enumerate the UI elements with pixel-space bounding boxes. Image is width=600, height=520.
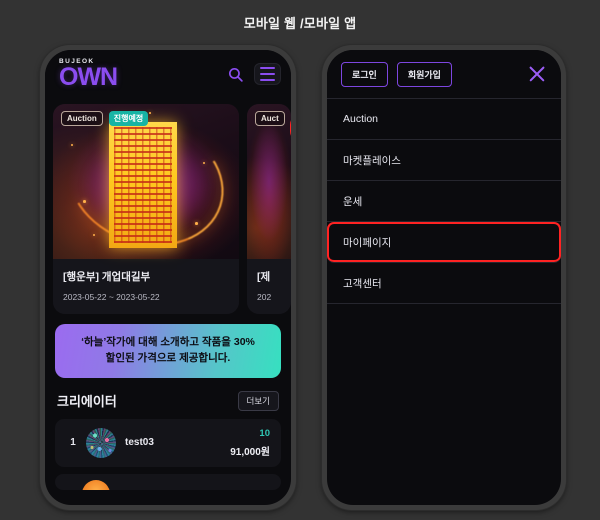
artwork-meta: [행운부] 개업대길부 2023-05-22 ~ 2023-05-22 (53, 259, 239, 314)
mobile-web-screen: BUJEOK OWN Auction 진행예정 [행운부] 개업대길부 2023… (45, 50, 291, 505)
artwork-date: 202 (257, 292, 272, 302)
creator-rank: 1 (70, 437, 76, 448)
creator-more-button[interactable]: 더보기 (237, 390, 279, 411)
artwork-badges: Auction 진행예정 (61, 111, 149, 126)
close-icon[interactable] (527, 64, 547, 84)
artwork-image: Auction 진행예정 (53, 104, 239, 266)
menu-item-customer-center[interactable]: 고객센터 (327, 263, 561, 304)
badge-status: 진행예정 (108, 111, 149, 126)
mobile-app-screen: 로그인 회원가입 Auction 마켓플레이스 운세 마이페이지 고객센터 (327, 50, 561, 505)
spark-icon (71, 144, 73, 146)
artwork-card[interactable]: Auction 진행예정 [행운부] 개업대길부 2023-05-22 ~ 20… (53, 104, 239, 314)
menu-item-mypage[interactable]: 마이페이지 (327, 222, 561, 263)
artwork-carousel[interactable]: Auction 진행예정 [행운부] 개업대길부 2023-05-22 ~ 20… (45, 104, 291, 314)
creator-count: 10 (259, 427, 270, 439)
promo-line-2: 할인된 가격으로 제공합니다. (105, 351, 231, 364)
artwork-card[interactable]: Auct [제 202 (247, 104, 291, 314)
creator-list-item[interactable]: 1 test03 10 91,000원 (55, 418, 281, 467)
menu-item-auction[interactable]: Auction (327, 99, 561, 140)
artwork-meta: [제 202 (247, 259, 291, 314)
spark-icon (83, 200, 86, 203)
artwork-title: [행운부] 개업대길부 (63, 271, 151, 283)
page-title: 모바일 웹 /모바일 앱 (243, 16, 357, 31)
login-button[interactable]: 로그인 (341, 61, 388, 87)
app-header: BUJEOK OWN (45, 50, 291, 102)
avatar (86, 427, 116, 458)
promo-banner[interactable]: ‘하늘’작가에 대해 소개하고 작품을 30% 할인된 가격으로 제공합니다. (55, 324, 281, 378)
search-icon[interactable] (224, 63, 246, 85)
promo-line-1: ‘하늘’작가에 대해 소개하고 작품을 30% (81, 336, 255, 348)
hamburger-menu-icon[interactable] (254, 63, 281, 85)
logo-wordmark: OWN (59, 63, 118, 91)
menu-header: 로그인 회원가입 (327, 50, 561, 98)
badge-auction: Auction (61, 111, 103, 126)
artwork-badges: Auct (255, 111, 285, 126)
menu-list: Auction 마켓플레이스 운세 마이페이지 고객센터 (327, 98, 561, 304)
creator-name: test03 (125, 437, 154, 448)
artwork-title: [제 (257, 271, 271, 283)
creator-section-title: 크리에이터 (57, 394, 117, 409)
mobile-app-phone-frame: 로그인 회원가입 Auction 마켓플레이스 운세 마이페이지 고객센터 (322, 45, 566, 510)
spark-icon (203, 162, 205, 164)
avatar (82, 479, 110, 490)
talisman-decoration (109, 122, 177, 248)
spark-icon (149, 112, 151, 114)
menu-item-marketplace[interactable]: 마켓플레이스 (327, 140, 561, 181)
badge-auction: Auct (255, 111, 285, 126)
creator-price: 91,000원 (230, 446, 270, 458)
creator-section-header: 크리에이터 더보기 (45, 378, 291, 419)
signup-button[interactable]: 회원가입 (396, 61, 452, 87)
spark-icon (195, 222, 198, 225)
artwork-image: Auct (247, 104, 291, 259)
mobile-web-phone-frame: BUJEOK OWN Auction 진행예정 [행운부] 개업대길부 2023… (40, 45, 296, 510)
spark-icon (93, 234, 95, 236)
creator-list-item-partial[interactable] (55, 473, 281, 490)
menu-item-fortune[interactable]: 운세 (327, 181, 561, 222)
header-actions (224, 63, 281, 85)
creator-stats: 10 91,000원 (230, 428, 270, 458)
brand-logo[interactable]: BUJEOK OWN (59, 58, 118, 91)
artwork-date: 2023-05-22 ~ 2023-05-22 (63, 292, 160, 302)
